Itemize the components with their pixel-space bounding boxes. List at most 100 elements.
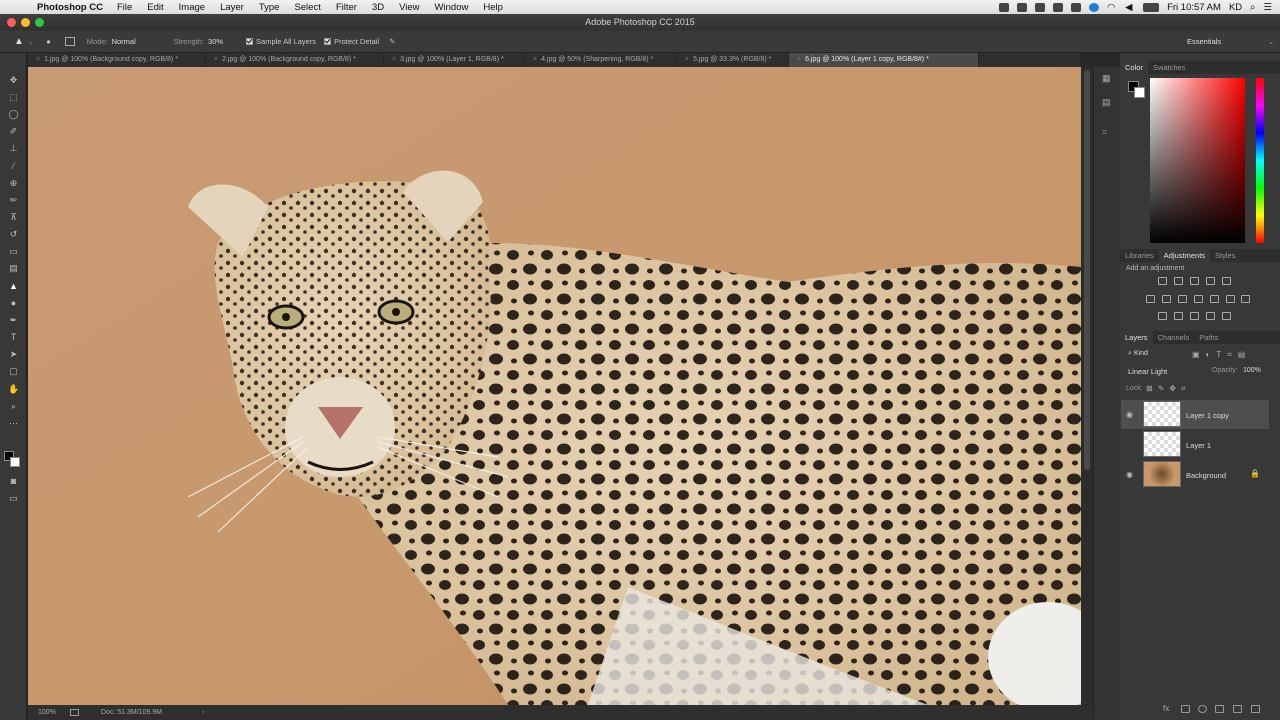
posterize-icon[interactable] xyxy=(1174,312,1183,320)
tab-document-3[interactable]: × 3.jpg @ 100% (Layer 1, RGB/8) * xyxy=(384,53,525,67)
doc-size[interactable]: Doc: 51.3M/109.9M xyxy=(101,709,162,716)
color-field[interactable] xyxy=(1150,78,1245,243)
channel-mixer-icon[interactable] xyxy=(1210,295,1219,303)
link-layers-icon[interactable]: fx xyxy=(1163,704,1169,713)
status-app-icon[interactable] xyxy=(1017,2,1028,12)
tab-document-5[interactable]: × 5.jpg @ 33.3% (RGB/8) * xyxy=(677,53,789,67)
background-color-swatch[interactable] xyxy=(1134,87,1145,98)
close-icon[interactable]: × xyxy=(392,56,396,63)
tab-document-6[interactable]: × 6.jpg @ 100% (Layer 1 copy, RGB/8#) * xyxy=(789,53,979,67)
color-balance-icon[interactable] xyxy=(1162,295,1171,303)
status-app-icon[interactable] xyxy=(1035,2,1046,12)
black-white-icon[interactable] xyxy=(1178,295,1187,303)
screen-mode-icon[interactable]: ▭ xyxy=(8,493,19,503)
menu-file[interactable]: File xyxy=(117,2,132,13)
sharpen-tool-icon[interactable]: ▲ xyxy=(8,281,19,291)
zoom-tool-icon[interactable]: ⌕ xyxy=(8,401,19,411)
apple-icon[interactable] xyxy=(13,0,27,14)
strength-input[interactable]: 30% xyxy=(208,37,238,46)
levels-icon[interactable] xyxy=(1174,277,1183,285)
eraser-tool-icon[interactable]: ▭ xyxy=(8,246,19,256)
gradient-tool-icon[interactable]: ▤ xyxy=(8,263,19,273)
invert-icon[interactable] xyxy=(1158,312,1167,320)
close-icon[interactable]: × xyxy=(685,56,689,63)
threshold-icon[interactable] xyxy=(1190,312,1199,320)
tab-paths[interactable]: Paths xyxy=(1194,331,1223,344)
chevron-down-icon[interactable]: ⌄ xyxy=(28,37,34,46)
quick-select-tool-icon[interactable]: ✐ xyxy=(8,126,19,136)
tab-libraries[interactable]: Libraries xyxy=(1120,249,1159,262)
volume-icon[interactable]: ◀ xyxy=(1125,2,1135,13)
hue-slider[interactable] xyxy=(1256,78,1264,243)
opacity-input[interactable]: 100% xyxy=(1243,367,1261,374)
color-lookup-icon[interactable] xyxy=(1226,295,1235,303)
lasso-tool-icon[interactable]: ◯ xyxy=(8,109,19,119)
layer-filter-select[interactable]: ⌕ Kind xyxy=(1128,350,1148,358)
tab-swatches[interactable]: Swatches xyxy=(1148,61,1191,74)
tool-preset-icon[interactable]: ▲ xyxy=(14,36,24,47)
curves-icon[interactable] xyxy=(1190,277,1199,285)
tab-document-2[interactable]: × 2.jpg @ 100% (Background copy, RGB/8) * xyxy=(206,53,384,67)
layer-filter-icons[interactable]: ▣◐T⌗▤ xyxy=(1192,350,1251,360)
menu-help[interactable]: Help xyxy=(483,2,503,13)
photo-filter-icon[interactable] xyxy=(1194,295,1203,303)
menu-layer[interactable]: Layer xyxy=(220,2,244,13)
brush-size-icon[interactable]: ● xyxy=(46,37,51,46)
exposure-icon[interactable] xyxy=(1206,277,1215,285)
dodge-tool-icon[interactable]: ● xyxy=(8,298,19,308)
document-canvas[interactable] xyxy=(28,67,1081,705)
user-name[interactable]: KD xyxy=(1229,2,1242,13)
marquee-tool-icon[interactable]: ⬚ xyxy=(8,92,19,102)
close-icon[interactable]: × xyxy=(797,56,801,63)
tab-document-4[interactable]: × 4.jpg @ 50% (Sharpening, RGB/8) * xyxy=(525,53,677,67)
layer-name[interactable]: Layer 1 xyxy=(1186,441,1211,450)
brush-panel-icon[interactable] xyxy=(64,37,75,46)
status-app-icon[interactable] xyxy=(999,2,1010,12)
more-tools-icon[interactable]: ⋯ xyxy=(8,418,19,428)
close-icon[interactable]: × xyxy=(533,56,537,63)
tab-channels[interactable]: Channels xyxy=(1153,331,1195,344)
eye-icon[interactable]: ◉ xyxy=(1126,411,1136,419)
path-select-tool-icon[interactable]: ➤ xyxy=(8,349,19,359)
tab-layers[interactable]: Layers xyxy=(1120,331,1153,344)
status-app-icon[interactable] xyxy=(1089,2,1100,12)
new-layer-icon[interactable] xyxy=(1233,705,1242,713)
menu-3d[interactable]: 3D xyxy=(372,2,384,13)
add-mask-icon[interactable] xyxy=(1181,705,1190,713)
status-app-icon[interactable] xyxy=(1071,2,1082,12)
trash-icon[interactable] xyxy=(1251,705,1260,713)
vibrance-icon[interactable] xyxy=(1222,277,1231,285)
menu-app-name[interactable]: Photoshop CC xyxy=(37,2,103,13)
menu-type[interactable]: Type xyxy=(259,2,280,13)
menu-edit[interactable]: Edit xyxy=(147,2,163,13)
protect-detail-checkbox[interactable]: Protect Detail xyxy=(324,37,379,46)
pen-tool-icon[interactable]: ✒ xyxy=(8,315,19,325)
minimize-window-button[interactable] xyxy=(21,18,30,27)
status-app-icon[interactable] xyxy=(1053,2,1064,12)
lock-icons[interactable]: ⊠✎✥⌗ xyxy=(1146,384,1191,394)
close-window-button[interactable] xyxy=(7,18,16,27)
close-icon[interactable]: × xyxy=(36,56,40,63)
scrollbar-thumb[interactable] xyxy=(1084,70,1090,470)
tab-document-1[interactable]: × 1.jpg @ 100% (Background copy, RGB/8) * xyxy=(28,53,206,67)
close-icon[interactable]: × xyxy=(214,56,218,63)
mode-select[interactable]: Normal xyxy=(112,37,164,46)
battery-icon[interactable] xyxy=(1143,2,1160,12)
healing-brush-tool-icon[interactable]: ⊕ xyxy=(8,178,19,188)
menu-view[interactable]: View xyxy=(399,2,419,13)
tool-presets-icon[interactable]: ⌗ xyxy=(1102,127,1107,138)
tab-styles[interactable]: Styles xyxy=(1210,249,1240,262)
search-icon[interactable]: ⌕ xyxy=(1250,2,1255,13)
eyedropper-tool-icon[interactable]: ⁄ xyxy=(8,161,19,171)
type-tool-icon[interactable]: T xyxy=(8,332,19,342)
background-color-swatch[interactable] xyxy=(10,457,20,467)
grid-icon[interactable] xyxy=(1241,295,1250,303)
tab-color[interactable]: Color xyxy=(1120,61,1148,74)
pressure-icon[interactable]: ✎ xyxy=(389,37,395,46)
properties-icon[interactable]: ▤ xyxy=(1102,97,1111,108)
sample-all-layers-checkbox[interactable]: Sample All Layers xyxy=(246,37,316,46)
crop-tool-icon[interactable]: ⊥ xyxy=(8,143,19,153)
brush-tool-icon[interactable]: ✏ xyxy=(8,195,19,205)
new-adjustment-icon[interactable] xyxy=(1198,705,1207,713)
new-group-icon[interactable] xyxy=(1215,705,1224,713)
